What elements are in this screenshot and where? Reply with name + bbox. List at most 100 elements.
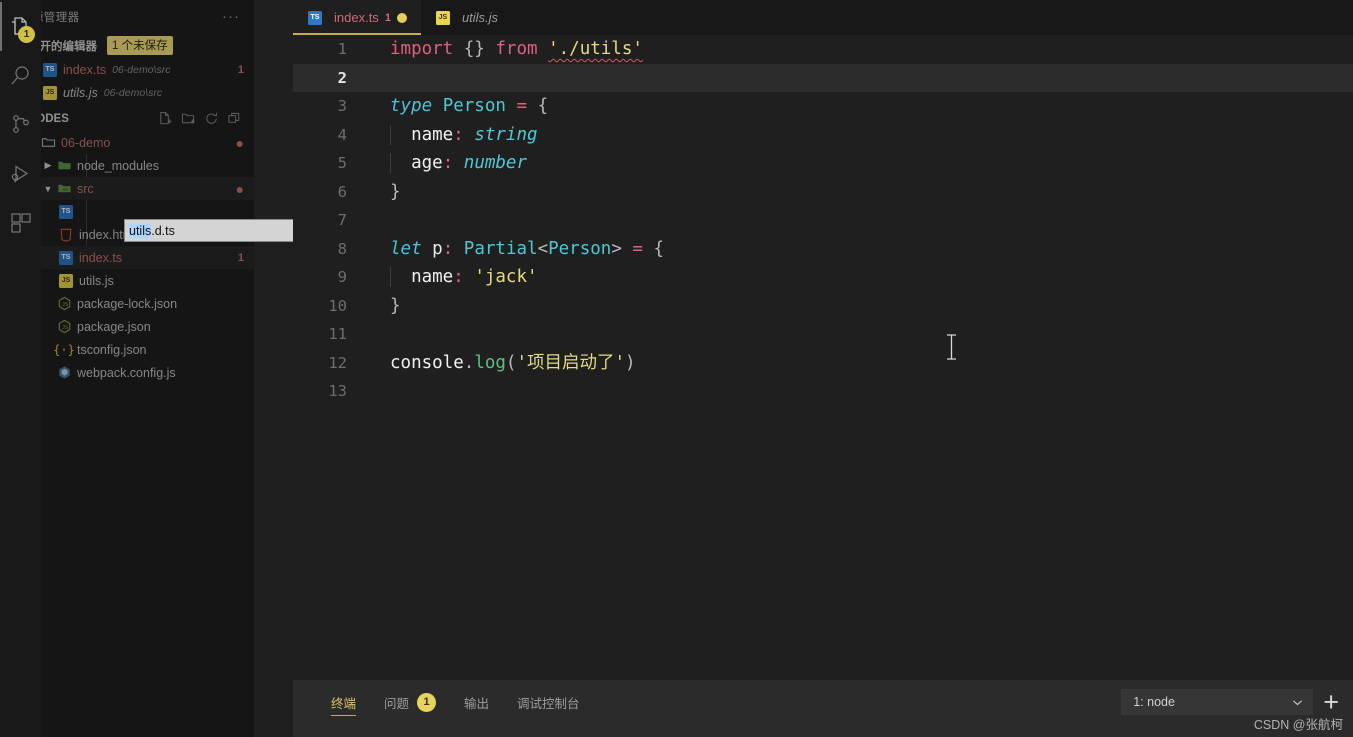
tree-item-src[interactable]: ▼ <> src ● — [41, 177, 254, 200]
panel-tab-label: 问题 — [384, 696, 410, 711]
code-line[interactable]: 10 } — [293, 292, 1353, 321]
ts-icon: TS — [42, 62, 58, 78]
code-line-active[interactable]: 2 — [293, 63, 1353, 93]
code-line[interactable]: 6 } — [293, 178, 1353, 207]
svg-text:<>: <> — [62, 188, 68, 193]
line-content: name: string — [365, 121, 538, 150]
line-number: 5 — [337, 154, 347, 172]
open-editor-path: 06-demo\src — [103, 86, 163, 99]
js-icon: JS — [42, 85, 58, 101]
ts-icon: TS — [307, 10, 323, 26]
activitybar-item-source-control[interactable] — [0, 100, 41, 149]
activity-bar: 1 — [0, 0, 41, 737]
folder-icon — [41, 135, 56, 151]
new-terminal-button[interactable]: + — [1323, 689, 1339, 716]
code-line[interactable]: 9 name: 'jack' — [293, 263, 1353, 292]
rename-input-container[interactable] — [124, 219, 293, 242]
activitybar-item-search[interactable] — [0, 51, 41, 100]
line-number: 10 — [328, 296, 347, 315]
tree-item-node-modules[interactable]: ▶ node_modules — [41, 154, 254, 177]
tree-item-label: tsconfig.json — [77, 342, 147, 357]
panel-tab-terminal[interactable]: 终端 — [317, 680, 370, 724]
explorer-header: 资源管理器 ··· — [41, 0, 254, 33]
terminal-select[interactable]: 1: node — [1121, 689, 1314, 715]
line-content — [365, 64, 390, 93]
sidebar-explorer: 资源管理器 ··· ▼ 打开的编辑器 1 个未保存 TS index.ts 06… — [41, 0, 293, 737]
line-content: } — [390, 295, 401, 316]
line-content: name: 'jack' — [365, 263, 538, 292]
tree-item-tsconfig-json[interactable]: {·} tsconfig.json — [41, 338, 254, 361]
line-number: 9 — [337, 268, 347, 286]
ts-icon: TS — [58, 204, 74, 220]
activitybar-item-explorer[interactable]: 1 — [0, 2, 41, 51]
explorer-title: 资源管理器 — [41, 11, 80, 24]
js-icon: JS — [435, 10, 451, 26]
source-control-icon — [12, 114, 29, 133]
tree-item-06-demo[interactable]: ▼ 06-demo ● — [41, 131, 254, 154]
unsaved-badge: 1 个未保存 — [107, 36, 173, 55]
tab-utils-js[interactable]: JS utils.js — [420, 0, 513, 35]
tree-item-label: index.ts — [79, 250, 123, 265]
html-icon — [58, 227, 74, 243]
explorer-badge: 1 — [18, 26, 35, 43]
tree-item-package-json[interactable]: JS package.json — [41, 315, 254, 338]
open-editor-name: utils.js — [63, 85, 98, 100]
code-lines: 1 import {} from './utils' 2 3 type Pers… — [293, 35, 1353, 406]
panel-tab-output[interactable]: 输出 — [450, 680, 503, 724]
code-line[interactable]: 8 let p: Partial<Person> = { — [293, 235, 1353, 264]
tab-dirty-icon[interactable] — [396, 12, 407, 23]
tab-index-ts[interactable]: TS index.ts 1 — [293, 0, 421, 35]
code-line[interactable]: 13 — [293, 377, 1353, 406]
tab-label: index.ts — [334, 10, 379, 25]
tree-item-package-lock-json[interactable]: JS package-lock.json — [41, 292, 254, 315]
search-icon — [11, 65, 29, 84]
section-open-editors-header[interactable]: ▼ 打开的编辑器 1 个未保存 — [41, 33, 254, 58]
line-content: type Person = { — [390, 96, 549, 116]
collapse-all-icon[interactable] — [227, 111, 242, 126]
line-content: import {} from './utils' — [390, 39, 643, 59]
activitybar-item-run-debug[interactable] — [0, 149, 41, 198]
tree-item-label: node_modules — [77, 158, 160, 173]
line-content — [365, 377, 390, 406]
open-editor-item-utils-js[interactable]: JS utils.js 06-demo\src — [41, 81, 254, 104]
panel-tab-debug-console[interactable]: 调试控制台 — [503, 680, 594, 724]
section-codes-header[interactable]: ▼ CODES — [41, 106, 254, 131]
new-folder-icon[interactable] — [181, 111, 196, 126]
watermark: CSDN @张航柯 — [1253, 718, 1343, 732]
code-line[interactable]: 12 console.log('项目启动了') — [293, 349, 1353, 378]
new-file-icon[interactable] — [158, 111, 173, 126]
code-line[interactable]: 7 — [293, 206, 1353, 235]
line-number: 2 — [337, 68, 347, 87]
line-number: 12 — [328, 353, 347, 372]
tree-item-error-count: 1 — [237, 251, 244, 264]
tree-item-label: src — [77, 181, 94, 196]
svg-text:JS: JS — [61, 325, 67, 331]
git-modified-dot: ● — [235, 180, 244, 197]
rename-input[interactable] — [125, 223, 293, 238]
code-editor[interactable]: 1 import {} from './utils' 2 3 type Pers… — [293, 35, 1353, 680]
tree-item-label: package.json — [77, 319, 151, 334]
line-number: 8 — [337, 239, 347, 258]
panel-tab-problems[interactable]: 问题 1 — [370, 680, 450, 724]
tree-item-utils-js[interactable]: JS utils.js — [41, 269, 254, 292]
explorer-more-button[interactable]: ··· — [222, 9, 240, 24]
panel-tab-label: 输出 — [464, 696, 490, 711]
code-line[interactable]: 3 type Person = { — [293, 92, 1353, 121]
chevron-down-icon — [1293, 699, 1303, 705]
line-content: let p: Partial<Person> = { — [390, 238, 665, 259]
chevron-down-icon: ▼ — [43, 183, 53, 194]
npm-icon: JS — [56, 319, 72, 335]
folder-node-icon — [56, 158, 72, 174]
code-line[interactable]: 1 import {} from './utils' — [293, 35, 1353, 64]
bottom-panel: 终端 问题 1 输出 调试控制台 1: node + CSDN @张航柯 — [293, 680, 1353, 737]
open-editor-item-index-ts[interactable]: TS index.ts 06-demo\src 1 — [41, 58, 254, 81]
tree-item-webpack-config-js[interactable]: webpack.config.js — [41, 361, 254, 384]
line-number: 4 — [337, 125, 347, 144]
code-line[interactable]: 11 — [293, 320, 1353, 349]
refresh-icon[interactable] — [204, 111, 219, 126]
tree-item-index-ts[interactable]: TS index.ts 1 — [41, 246, 254, 269]
editor-tabbar: TS index.ts 1 JS utils.js — [293, 0, 1353, 35]
code-line[interactable]: 5 age: number — [293, 149, 1353, 178]
activitybar-item-extensions[interactable] — [0, 198, 41, 247]
code-line[interactable]: 4 name: string — [293, 121, 1353, 150]
